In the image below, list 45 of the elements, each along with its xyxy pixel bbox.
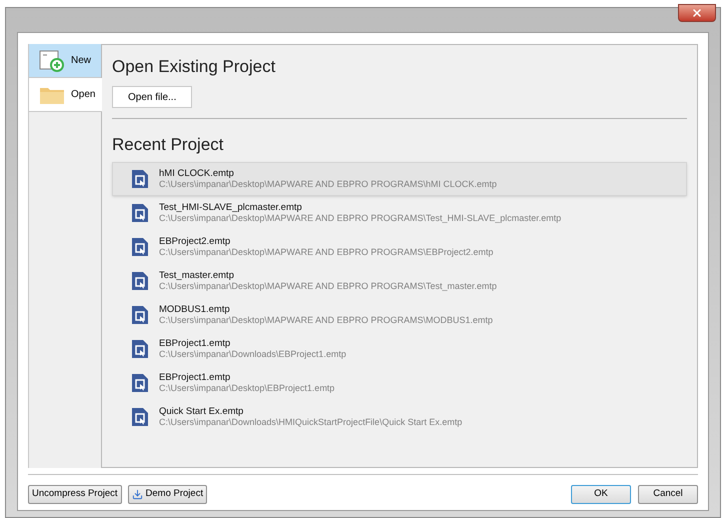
project-file-icon <box>131 169 149 189</box>
open-file-button[interactable]: Open file... <box>112 86 192 108</box>
project-name: EBProject1.emtp <box>159 338 232 349</box>
footer-button[interactable]: Demo Project <box>128 485 208 504</box>
project-file-icon <box>131 271 149 291</box>
dialog-button[interactable]: OK <box>571 485 631 504</box>
recent-project-item[interactable]: MODBUS1.emtp C:\Users\impanar\Desktop\MAPWARE AND EBPRO PROGRAMS\MODBUS1.emtp <box>112 298 687 332</box>
recent-project-item[interactable]: Test_master.emtp C:\Users\impanar\Desktop\MAPWARE AND EBPRO PROGRAMS\Test_master.emtp <box>112 264 687 298</box>
project-name: Quick Start Ex.emtp <box>159 406 244 417</box>
recent-project-item[interactable]: Test_HMI-SLAVE_plcmaster.emtp C:\Users\impanar\Desktop\MAPWARE AND EBPRO PROGRAMS\Test_HMI-SLAVE_plcmaster.emtp <box>112 196 687 230</box>
project-path: C:\Users\impanar\Desktop\MAPWARE AND EBPRO PROGRAMS\Test_master.emtp <box>159 281 497 292</box>
project-name: EBProject2.emtp <box>159 236 232 247</box>
project-name: EBProject1.emtp <box>159 372 232 383</box>
project-path: C:\Users\impanar\Downloads\EBProject1.emtp <box>159 349 346 360</box>
sidebar-tab[interactable]: Open <box>29 78 102 112</box>
recent-project-item[interactable]: EBProject1.emtp C:\Users\impanar\Desktop\EBProject1.emtp <box>112 366 687 400</box>
recent-project-item[interactable]: Quick Start Ex.emtp C:\Users\impanar\Downloads\HMIQuickStartProjectFile\Quick Start Ex.emtp <box>112 400 687 434</box>
section-title: Open Existing Project <box>112 56 276 78</box>
project-file-icon <box>131 237 149 257</box>
project-path: C:\Users\impanar\Downloads\HMIQuickStartProjectFile\Quick Start Ex.emtp <box>159 417 462 428</box>
footer-button[interactable]: Uncompress Project <box>28 485 122 504</box>
project-path: C:\Users\impanar\Desktop\MAPWARE AND EBPRO PROGRAMS\EBProject2.emtp <box>159 247 494 258</box>
project-file-icon <box>131 305 149 325</box>
project-path: C:\Users\impanar\Desktop\MAPWARE AND EBPRO PROGRAMS\MODBUS1.emtp <box>159 315 493 326</box>
sidebar-tab[interactable]: New <box>29 44 101 78</box>
project-file-icon <box>131 339 149 359</box>
dialog-button[interactable]: Cancel <box>638 485 698 504</box>
recent-project-item[interactable]: EBProject1.emtp C:\Users\impanar\Downloads\EBProject1.emtp <box>112 332 687 366</box>
project-name: MODBUS1.emtp <box>159 304 231 315</box>
project-name: hMI CLOCK.emtp <box>159 168 235 179</box>
project-path: C:\Users\impanar\Desktop\MAPWARE AND EBPRO PROGRAMS\Test_HMI-SLAVE_plcmaster.emtp <box>159 213 562 224</box>
project-path: C:\Users\impanar\Desktop\MAPWARE AND EBPRO PROGRAMS\hMI CLOCK.emtp <box>159 179 497 190</box>
section-title: Recent Project <box>112 134 224 156</box>
project-file-icon <box>131 407 149 427</box>
project-path: C:\Users\impanar\Desktop\EBProject1.emtp <box>159 383 335 394</box>
recent-project-item[interactable]: hMI CLOCK.emtp C:\Users\impanar\Desktop\MAPWARE AND EBPRO PROGRAMS\hMI CLOCK.emtp <box>112 162 687 196</box>
project-file-icon <box>131 203 149 223</box>
new-document-icon <box>39 50 65 72</box>
project-name: Test_HMI-SLAVE_plcmaster.emtp <box>159 202 303 213</box>
recent-project-item[interactable]: EBProject2.emtp C:\Users\impanar\Desktop\MAPWARE AND EBPRO PROGRAMS\EBProject2.emtp <box>112 230 687 264</box>
project-file-icon <box>131 373 149 393</box>
download-icon <box>132 489 143 500</box>
close-icon <box>691 7 703 19</box>
project-name: Test_master.emtp <box>159 270 235 281</box>
close-button[interactable] <box>678 4 716 22</box>
